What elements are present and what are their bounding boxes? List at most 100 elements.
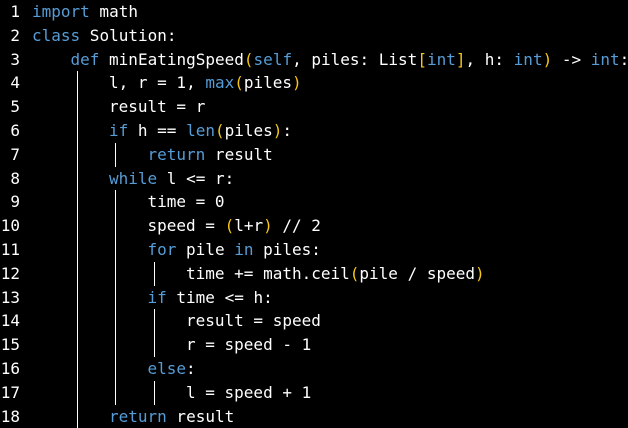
code-token: int [591,50,620,69]
code-token: ] [456,50,466,69]
indent-guide [77,357,78,381]
code-token: else [148,359,187,378]
indent-guide [77,405,78,428]
indent-guide [77,119,78,143]
code-token: self [254,50,293,69]
code-token: h == [128,121,186,140]
code-line[interactable]: 8while l <= r: [0,167,628,191]
indent-guide [77,190,78,214]
code-token: Solution: [80,26,176,45]
code-token: ) [263,216,273,235]
code-token: result = speed [186,311,321,330]
code-token: int [514,50,543,69]
code-token: ( [350,264,360,283]
code-token: piles [244,73,292,92]
code-line[interactable]: 18 return result [0,405,628,428]
code-line[interactable]: 17l = speed + 1 [0,381,628,405]
code-line[interactable]: 14 result = speed [0,309,628,333]
code-token: int [427,50,456,69]
code-line[interactable]: 5result = r [0,95,628,119]
indent-guide [77,333,78,357]
code-token: for [148,240,177,259]
indent-guide [154,309,155,333]
indent-guide [115,190,116,214]
code-line[interactable]: 10 speed = (l+r) // 2 [0,214,628,238]
indent-guide [77,167,78,191]
code-token: ( [234,73,244,92]
indent-guide [77,238,78,262]
code-line[interactable]: 13if time <= h: [0,286,628,310]
code-token: [ [417,50,427,69]
code-text: speed = (l+r) // 2 [148,214,321,238]
line-number: 3 [0,48,20,72]
code-text: else: [148,357,196,381]
code-token: ) [475,264,485,283]
indent-guide [77,71,78,95]
code-line[interactable]: 4l, r = 1, max(piles) [0,71,628,95]
code-line[interactable]: 12 time += math.ceil(pile / speed) [0,262,628,286]
code-token: ) [543,50,553,69]
indent-guide [154,333,155,357]
code-line[interactable]: 2 class Solution: [0,24,628,48]
indent-guide [154,381,155,405]
code-token: time <= h: [167,288,273,307]
code-line[interactable]: 15r = speed - 1 [0,333,628,357]
line-number: 10 [0,214,20,238]
line-number: 5 [0,95,20,119]
code-token: ( [215,121,225,140]
code-text: while l <= r: [109,167,234,191]
line-number: 14 [0,309,20,333]
code-token: l, r = 1, [109,73,205,92]
code-token: minEatingSpeed [99,50,244,69]
line-number: 18 [0,405,20,428]
code-text: if h == len(piles): [109,119,292,143]
line-number: 6 [0,119,20,143]
code-token: if [109,121,128,140]
indent-guide [77,143,78,167]
code-token: , piles: List [292,50,417,69]
code-line[interactable]: 9time = 0 [0,190,628,214]
code-token: : [186,359,196,378]
indent-guide [115,381,116,405]
code-token: math [90,2,138,21]
indent-guide [115,238,116,262]
code-line[interactable]: 1import math [0,0,628,24]
code-token: return [148,145,206,164]
indent-guide [115,214,116,238]
code-text: l = speed + 1 [186,381,311,405]
code-line[interactable]: 11for pile in piles: [0,238,628,262]
code-token: while [109,169,157,188]
code-token: len [186,121,215,140]
code-token: piles [225,121,273,140]
line-number: 16 [0,357,20,381]
code-line[interactable]: 3def minEatingSpeed(self, piles: List[in… [0,48,628,72]
code-token: in [234,240,253,259]
indent-guide [115,357,116,381]
code-token: -> [552,50,591,69]
indent-guide [154,262,155,286]
line-number: 2 [0,24,20,48]
code-line[interactable]: 16 else: [0,357,628,381]
code-token: pile / speed [359,264,475,283]
code-token: class [32,26,80,45]
code-editor[interactable]: 1import math2 class Solution: 3def minEati… [0,0,628,420]
indent-guide [77,95,78,119]
code-token: l <= r: [157,169,234,188]
code-token: pile [176,240,234,259]
code-text: time = 0 [148,190,225,214]
code-token: ) [273,121,283,140]
indent-guide [77,214,78,238]
code-text: return result [148,143,273,167]
code-text: return result [109,405,234,428]
line-number: 1 [0,0,20,24]
code-token: ( [244,50,254,69]
code-line[interactable]: 7 return result [0,143,628,167]
code-token: : [620,50,628,69]
code-token: time += math.ceil [186,264,350,283]
indent-guide [77,309,78,333]
line-number: 7 [0,143,20,167]
code-line[interactable]: 6 if h == len(piles): [0,119,628,143]
code-token: piles: [253,240,320,259]
indent-guide [77,286,78,310]
line-number: 12 [0,262,20,286]
